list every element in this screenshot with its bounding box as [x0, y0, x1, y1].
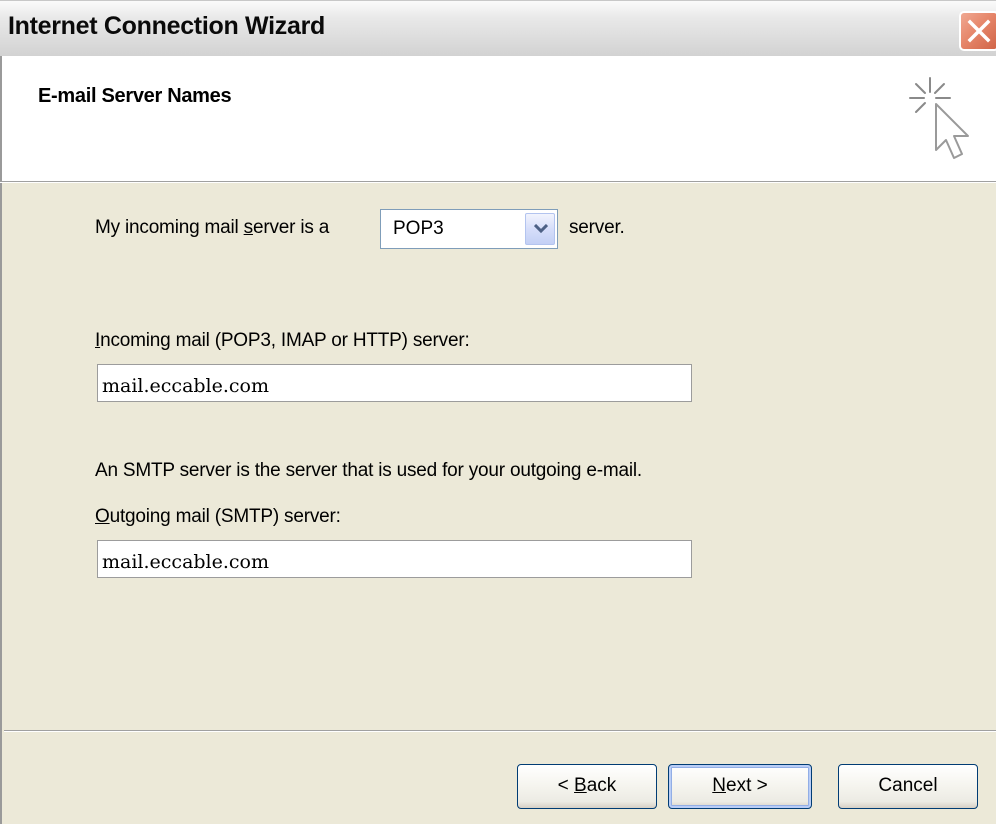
incoming-server-type-label-rest: erver is a [252, 217, 330, 238]
incoming-server-type-label: My incoming mail server is a [95, 217, 329, 239]
wizard-header: E-mail Server Names [0, 56, 996, 182]
incoming-server-type-label-accel: s [243, 217, 254, 238]
outgoing-server-label-rest: utgoing mail (SMTP) server: [109, 506, 341, 527]
back-button-prefix: < [557, 775, 575, 796]
incoming-server-label-rest: ncoming mail (POP3, IMAP or HTTP) server… [100, 330, 470, 351]
back-button-rest: ack [586, 775, 617, 796]
wizard-cursor-sparkle-icon [909, 77, 969, 159]
outgoing-server-input[interactable] [97, 540, 692, 578]
title-bar[interactable]: Internet Connection Wizard [0, 0, 996, 56]
chevron-down-icon [534, 224, 548, 234]
footer-divider-highlight [4, 731, 996, 732]
wizard-body: My incoming mail server is a POP3 server… [0, 183, 996, 824]
next-button-rest: ext > [726, 775, 768, 796]
server-type-dropdown-button[interactable] [525, 213, 555, 245]
incoming-server-label: Incoming mail (POP3, IMAP or HTTP) serve… [95, 330, 470, 352]
smtp-explanation-text: An SMTP server is the server that is use… [95, 460, 642, 481]
server-type-value: POP3 [393, 218, 444, 239]
next-button[interactable]: Next > [668, 764, 812, 809]
incoming-server-type-label-prefix: My incoming mail [95, 217, 244, 238]
page-title: E-mail Server Names [38, 85, 232, 107]
window-title: Internet Connection Wizard [8, 12, 325, 40]
server-type-select[interactable]: POP3 [380, 209, 558, 249]
close-x-icon [967, 19, 991, 43]
incoming-server-input[interactable] [97, 364, 692, 402]
back-button-accel: B [574, 775, 587, 796]
outgoing-server-label-accel: O [95, 506, 110, 527]
next-button-accel: N [712, 775, 726, 796]
wizard-window: Internet Connection Wizard E-mail Server… [0, 0, 996, 824]
server-type-suffix-label: server. [569, 217, 625, 238]
outgoing-server-label: Outgoing mail (SMTP) server: [95, 506, 341, 528]
cancel-button[interactable]: Cancel [838, 764, 978, 809]
close-button[interactable] [959, 11, 996, 51]
back-button[interactable]: < Back [517, 764, 657, 809]
